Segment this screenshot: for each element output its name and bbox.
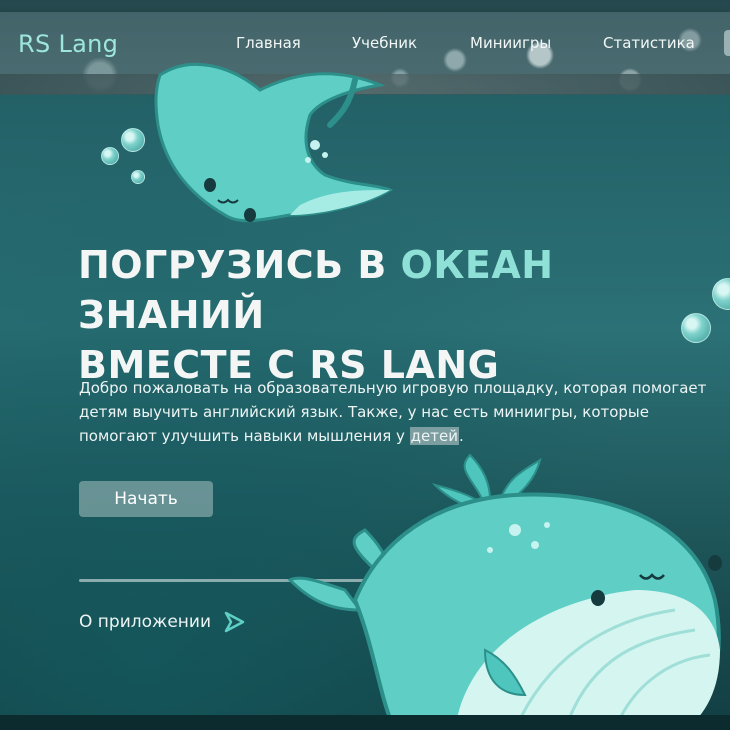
- bubble-icon: [131, 170, 145, 184]
- about-link-label: О приложении: [79, 612, 211, 632]
- whale-illustration: [287, 453, 722, 730]
- bubble-icon: [101, 147, 119, 165]
- hero-description: Добро пожаловать на образовательную игро…: [79, 376, 729, 448]
- bubble-icon: [121, 128, 145, 152]
- headline-part1: ПОГРУЗИСЬ В: [78, 243, 401, 287]
- headline-part2: ЗНАНИЙ: [78, 293, 265, 337]
- nav-login-button-partial[interactable]: [724, 30, 730, 56]
- footer-edge: [0, 715, 730, 730]
- nav-statistics[interactable]: Статистика: [603, 34, 695, 52]
- play-arrow-icon: [224, 611, 245, 633]
- main-nav: Главная Учебник Миниигры Статистика: [0, 34, 730, 54]
- nav-home[interactable]: Главная: [236, 34, 301, 52]
- about-link[interactable]: О приложении: [79, 609, 247, 635]
- nav-minigames[interactable]: Миниигры: [470, 34, 551, 52]
- description-main: Добро пожаловать на образовательную игро…: [79, 379, 707, 445]
- start-button[interactable]: Начать: [79, 481, 213, 517]
- description-end: .: [459, 427, 464, 445]
- stingray-illustration: [154, 62, 394, 223]
- headline-accent: ОКЕАН: [400, 243, 554, 287]
- hero-headline: ПОГРУЗИСЬ В ОКЕАН ЗНАНИЙ ВМЕСТЕ С RS LAN…: [78, 240, 718, 390]
- nav-textbook[interactable]: Учебник: [352, 34, 417, 52]
- description-highlight: детей: [409, 427, 459, 445]
